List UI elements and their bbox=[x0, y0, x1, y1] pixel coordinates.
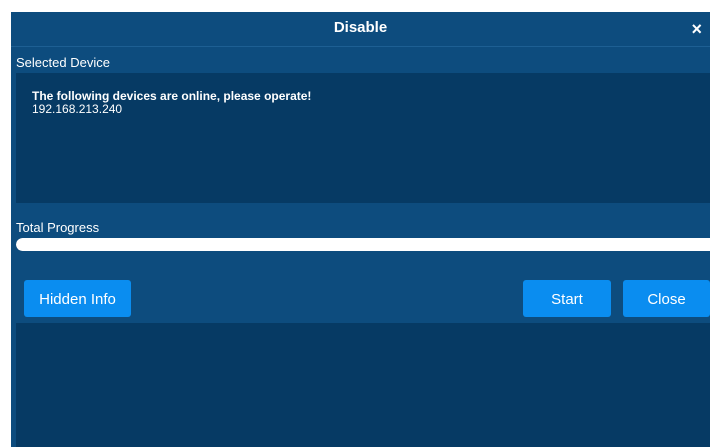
operation-log-panel bbox=[16, 323, 710, 447]
disable-dialog: Disable × Selected Device The following … bbox=[11, 12, 710, 447]
selected-device-label: Selected Device bbox=[16, 55, 110, 70]
close-icon[interactable]: × bbox=[691, 19, 702, 39]
total-progress-bar bbox=[16, 238, 710, 251]
close-button[interactable]: Close bbox=[623, 280, 710, 317]
device-status-heading: The following devices are online, please… bbox=[32, 89, 312, 103]
progress-fill bbox=[16, 238, 710, 251]
hidden-info-button[interactable]: Hidden Info bbox=[24, 280, 131, 317]
device-ip-address: 192.168.213.240 bbox=[32, 102, 123, 116]
dialog-titlebar: Disable × bbox=[11, 12, 710, 47]
dialog-title: Disable bbox=[333, 19, 388, 36]
selected-device-panel: The following devices are online, please… bbox=[16, 73, 710, 203]
start-button[interactable]: Start bbox=[523, 280, 611, 317]
total-progress-label: Total Progress bbox=[16, 220, 100, 235]
